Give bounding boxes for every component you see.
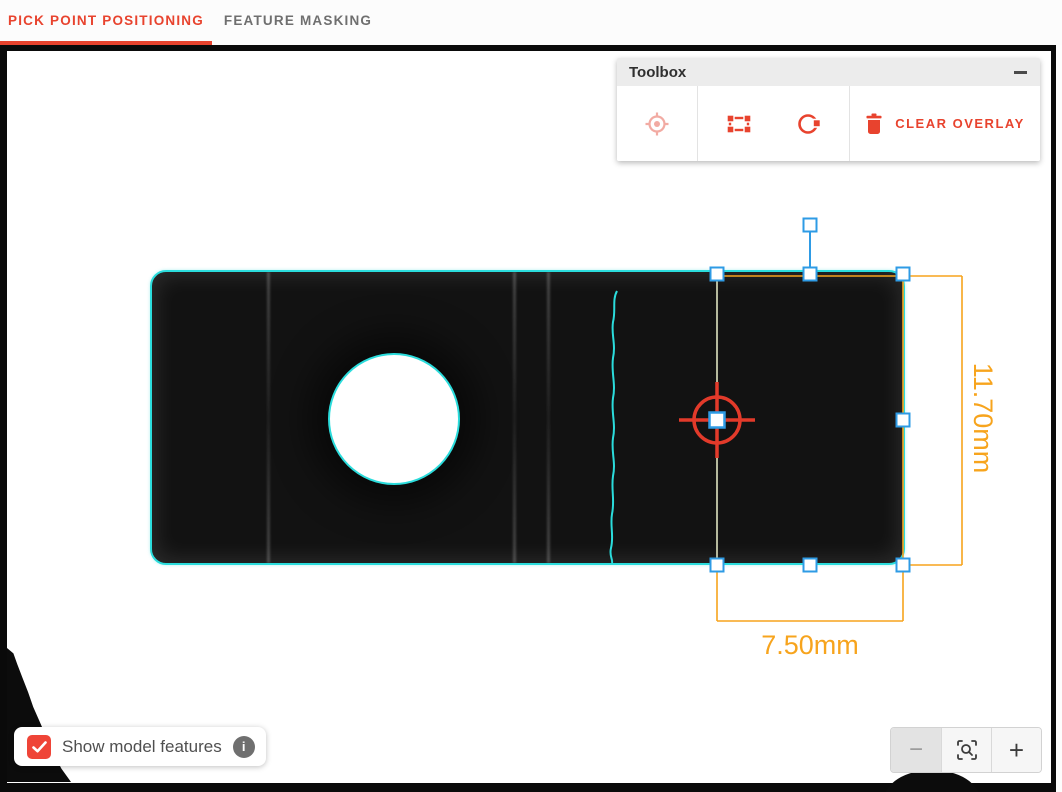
tab-bar: PICK POINT POSITIONING FEATURE MASKING bbox=[0, 0, 1062, 45]
transform-icon bbox=[725, 110, 753, 138]
zoom-out-label: − bbox=[909, 736, 923, 764]
tab-label: FEATURE MASKING bbox=[224, 13, 372, 28]
pick-point-tool-button[interactable] bbox=[643, 110, 671, 138]
zoom-to-fit-button[interactable] bbox=[941, 728, 991, 772]
show-model-features-control: Show model features i bbox=[14, 727, 266, 766]
rotate-icon bbox=[795, 110, 823, 138]
zoom-in-label: + bbox=[1009, 735, 1024, 766]
show-model-features-checkbox[interactable] bbox=[27, 735, 51, 759]
toolbox-title: Toolbox bbox=[629, 64, 686, 81]
zoom-to-fit-icon bbox=[956, 739, 978, 761]
checkmark-icon bbox=[32, 741, 47, 753]
show-model-features-label: Show model features bbox=[62, 737, 222, 757]
toolbox-header: Toolbox bbox=[617, 58, 1040, 86]
minus-icon bbox=[1014, 71, 1027, 74]
part-seam bbox=[267, 272, 270, 563]
toolbox-panel: Toolbox bbox=[617, 58, 1040, 161]
part-seam bbox=[547, 272, 550, 563]
clear-overlay-button[interactable] bbox=[865, 113, 883, 135]
clear-overlay-label[interactable]: CLEAR OVERLAY bbox=[895, 116, 1025, 131]
pick-point-app: PICK POINT POSITIONING FEATURE MASKING bbox=[0, 0, 1062, 792]
zoom-out-button[interactable]: − bbox=[891, 728, 941, 772]
part-hole bbox=[328, 353, 460, 485]
zoom-controls: − + bbox=[890, 727, 1042, 773]
rotate-tool-button[interactable] bbox=[795, 110, 823, 138]
transform-tool-button[interactable] bbox=[725, 110, 753, 138]
trash-icon bbox=[865, 113, 883, 135]
collapse-toolbox-button[interactable] bbox=[1012, 64, 1028, 80]
zoom-in-button[interactable]: + bbox=[991, 728, 1041, 772]
target-crosshair-icon bbox=[643, 110, 671, 138]
tab-feature-masking[interactable]: FEATURE MASKING bbox=[212, 0, 384, 45]
info-icon[interactable]: i bbox=[233, 736, 255, 758]
toolbox-body: CLEAR OVERLAY bbox=[617, 86, 1040, 161]
tab-label: PICK POINT POSITIONING bbox=[8, 13, 204, 28]
part-seam bbox=[513, 272, 516, 563]
tab-pick-point-positioning[interactable]: PICK POINT POSITIONING bbox=[0, 0, 212, 45]
scanned-part-image bbox=[150, 270, 905, 565]
